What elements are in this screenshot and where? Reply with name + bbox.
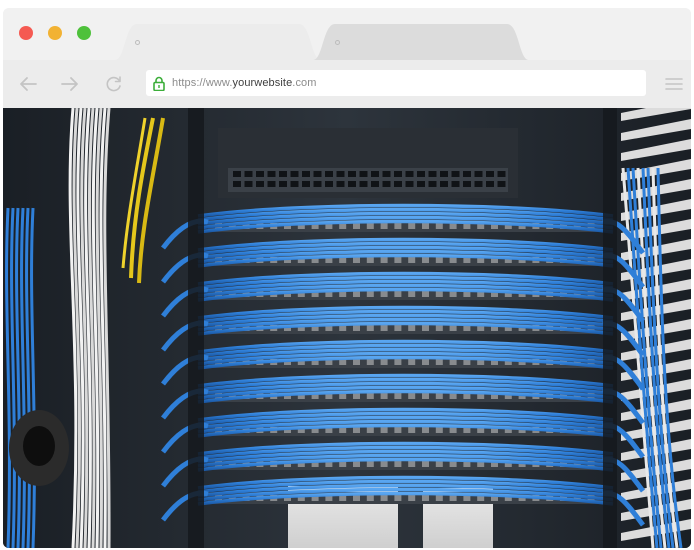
url-host: yourwebsite (232, 77, 293, 89)
tab-favicon-icon (335, 40, 340, 45)
server-rack-photo (3, 108, 691, 548)
url-prefix: https://www. (172, 77, 233, 89)
browser-tab-inactive[interactable] (313, 24, 529, 60)
page-content-image (3, 108, 691, 548)
reload-icon[interactable] (103, 73, 125, 95)
url-suffix: .com (292, 77, 317, 89)
tab-favicon-icon (135, 40, 140, 45)
maximize-window-button[interactable] (77, 26, 91, 40)
title-bar (3, 8, 691, 60)
browser-window: https://www.yourwebsite.com (3, 8, 691, 548)
url-text: https://www.yourwebsite.com (172, 77, 317, 89)
close-window-button[interactable] (19, 26, 33, 40)
lock-icon (153, 76, 165, 91)
minimize-window-button[interactable] (48, 26, 62, 40)
address-bar[interactable]: https://www.yourwebsite.com (146, 70, 646, 96)
browser-toolbar: https://www.yourwebsite.com (3, 60, 691, 108)
back-arrow-icon[interactable] (17, 73, 39, 95)
hamburger-menu-icon[interactable] (665, 77, 683, 91)
browser-tab-active[interactable] (115, 24, 321, 60)
forward-arrow-icon[interactable] (59, 73, 81, 95)
